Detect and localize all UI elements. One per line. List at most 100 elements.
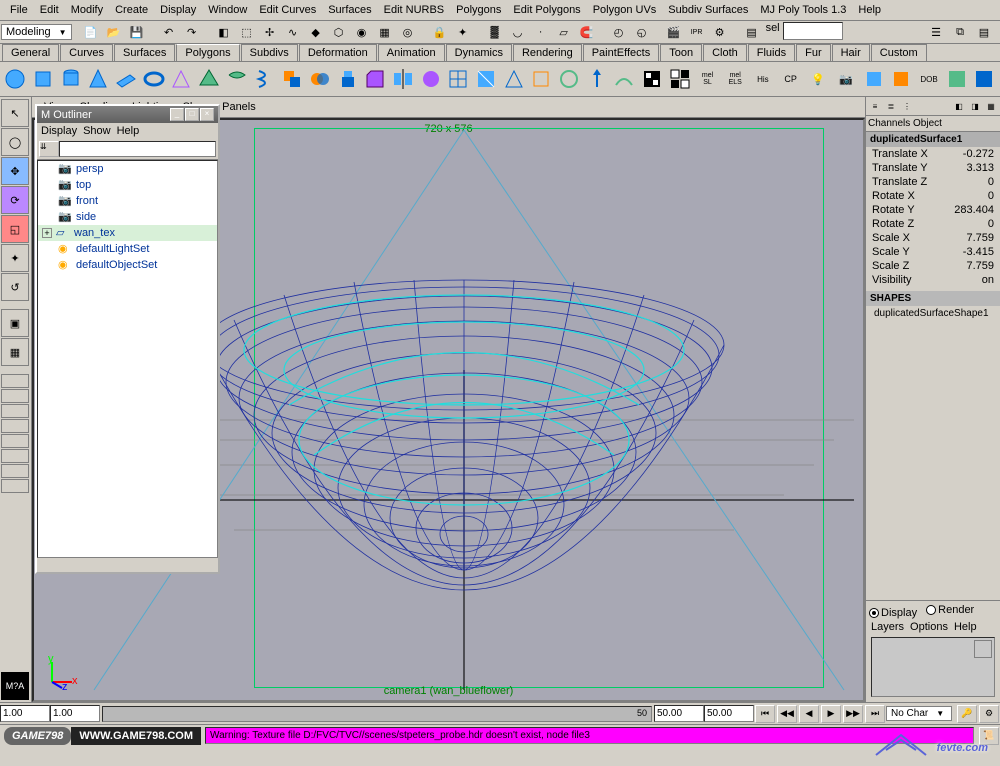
layout2-icon[interactable]: [1, 389, 29, 403]
cam-icon[interactable]: 📷: [833, 64, 860, 94]
four-view-icon[interactable]: ▦: [1, 338, 29, 366]
play-back-button[interactable]: ◀: [799, 705, 819, 723]
outliner-item-side[interactable]: 📷side: [38, 209, 217, 225]
poly-bool-icon[interactable]: [307, 64, 334, 94]
outliner-tree[interactable]: 📷persp 📷top 📷front 📷side +▱wan_tex ◉defa…: [37, 160, 218, 558]
sel-input[interactable]: [783, 22, 843, 40]
mel-els-icon[interactable]: melELS: [722, 64, 749, 94]
poly-sphere-icon[interactable]: [2, 64, 29, 94]
step-back-button[interactable]: ◀◀: [777, 705, 797, 723]
shelf-tab-curves[interactable]: Curves: [60, 44, 113, 61]
poly-normal-icon[interactable]: [583, 64, 610, 94]
mode-dropdown[interactable]: Modeling: [1, 24, 72, 40]
outliner-menu-help[interactable]: Help: [117, 125, 140, 137]
anim-prefs-button[interactable]: ⚙: [979, 705, 999, 723]
char-dropdown[interactable]: No Char: [886, 706, 952, 721]
layout5-icon[interactable]: [1, 434, 29, 448]
new-scene-icon[interactable]: 📄: [80, 22, 102, 42]
manip-tool-icon[interactable]: ✦: [1, 244, 29, 272]
new-layer-icon[interactable]: [974, 640, 992, 658]
shelf-tab-toon[interactable]: Toon: [660, 44, 702, 61]
poly-split-icon[interactable]: [473, 64, 500, 94]
menu-editnurbs[interactable]: Edit NURBS: [378, 2, 451, 18]
rotate-tool-icon[interactable]: ⟳: [1, 186, 29, 214]
snap-grid-icon[interactable]: ▓: [484, 22, 506, 42]
node-name[interactable]: duplicatedSurface1: [866, 132, 1000, 147]
shelf-tab-animation[interactable]: Animation: [378, 44, 445, 61]
select-curve-icon[interactable]: ∿: [282, 22, 304, 42]
shelf-tab-dynamics[interactable]: Dynamics: [446, 44, 512, 61]
menu-polygons[interactable]: Polygons: [450, 2, 507, 18]
scale-tool-icon[interactable]: ◱: [1, 215, 29, 243]
attr-tz-value[interactable]: 0: [988, 176, 994, 188]
attr-ty-value[interactable]: 3.313: [966, 162, 994, 174]
command-feedback[interactable]: Warning: Texture file D:/FVC/TVC//scenes…: [205, 727, 974, 744]
history-on-icon[interactable]: ◴: [608, 22, 630, 42]
select-misc-icon[interactable]: ◎: [397, 22, 419, 42]
outliner-max-button[interactable]: □: [185, 108, 199, 121]
shelf-tab-hair[interactable]: Hair: [832, 44, 870, 61]
poly-layout-icon[interactable]: [667, 64, 694, 94]
channel-box-icon[interactable]: ▤: [973, 22, 995, 42]
autokey-button[interactable]: 🔑: [957, 705, 977, 723]
outliner-item-objectset[interactable]: ◉defaultObjectSet: [38, 257, 217, 273]
poly-cleanup-icon[interactable]: [556, 64, 583, 94]
shelf-tab-fur[interactable]: Fur: [796, 44, 831, 61]
poly-uv-icon[interactable]: [639, 64, 666, 94]
layout8-icon[interactable]: [1, 479, 29, 493]
goto-end-button[interactable]: ⏭: [865, 705, 885, 723]
menu-help[interactable]: Help: [852, 2, 887, 18]
snap-point-icon[interactable]: ·: [530, 22, 552, 42]
shelf-tab-custom[interactable]: Custom: [871, 44, 927, 61]
menu-edit[interactable]: Edit: [34, 2, 65, 18]
move-tool-icon[interactable]: ✥: [1, 157, 29, 185]
last-tool-icon[interactable]: ↺: [1, 273, 29, 301]
his-icon[interactable]: His: [750, 64, 777, 94]
select-deform-icon[interactable]: ⬡: [328, 22, 350, 42]
shelf-tab-general[interactable]: General: [2, 44, 59, 61]
outliner-menu-display[interactable]: Display: [41, 125, 77, 137]
shape-node-name[interactable]: duplicatedSurfaceShape1: [866, 306, 1000, 321]
layout7-icon[interactable]: [1, 464, 29, 478]
cube3-icon[interactable]: [888, 64, 915, 94]
range-start[interactable]: [50, 705, 100, 722]
display-radio[interactable]: Display: [869, 607, 917, 619]
attr-rz-value[interactable]: 0: [988, 218, 994, 230]
shelf-tab-subdivs[interactable]: Subdivs: [241, 44, 298, 61]
attr-editor-icon[interactable]: ☰: [925, 22, 947, 42]
poly-combine-icon[interactable]: [279, 64, 306, 94]
menu-surfaces[interactable]: Surfaces: [322, 2, 377, 18]
layout3-icon[interactable]: [1, 404, 29, 418]
menu-subdiv[interactable]: Subdiv Surfaces: [662, 2, 754, 18]
menu-window[interactable]: Window: [202, 2, 253, 18]
select-by-name-icon[interactable]: ◧: [213, 22, 235, 42]
ipr-icon[interactable]: IPR: [686, 22, 708, 42]
outliner-filter-button[interactable]: ⇊: [39, 141, 59, 157]
shelf-tab-rendering[interactable]: Rendering: [513, 44, 582, 61]
shelf-tab-polygons[interactable]: Polygons: [176, 44, 239, 61]
outliner-item-wantex[interactable]: +▱wan_tex: [38, 225, 217, 241]
shelf-tab-painteffects[interactable]: PaintEffects: [583, 44, 660, 61]
layers-options[interactable]: Options: [910, 621, 948, 633]
outliner-item-lightset[interactable]: ◉defaultLightSet: [38, 241, 217, 257]
outliner-window[interactable]: M Outliner _ □ × Display Show Help ⇊ 📷pe…: [35, 104, 220, 574]
menu-file[interactable]: File: [4, 2, 34, 18]
open-scene-icon[interactable]: 📂: [103, 22, 125, 42]
attr-tx-value[interactable]: -0.272: [963, 148, 994, 160]
outliner-search-input[interactable]: [59, 141, 216, 157]
cube2-icon[interactable]: [860, 64, 887, 94]
ch-ico5-icon[interactable]: ◨: [968, 99, 982, 113]
mel-sl-icon[interactable]: melSL: [694, 64, 721, 94]
ch-ico2-icon[interactable]: ≣: [884, 99, 898, 113]
green-icon[interactable]: [943, 64, 970, 94]
outliner-min-button[interactable]: _: [170, 108, 184, 121]
layout6-icon[interactable]: [1, 449, 29, 463]
select-render-icon[interactable]: ▦: [374, 22, 396, 42]
menu-mjpoly[interactable]: MJ Poly Tools 1.3: [754, 2, 852, 18]
poly-cylinder-icon[interactable]: [57, 64, 84, 94]
range-start-abs[interactable]: [0, 705, 50, 722]
menu-editcurves[interactable]: Edit Curves: [253, 2, 322, 18]
select-joint-icon[interactable]: ✢: [259, 22, 281, 42]
expand-icon[interactable]: +: [42, 228, 52, 238]
select-dynamic-icon[interactable]: ◉: [351, 22, 373, 42]
